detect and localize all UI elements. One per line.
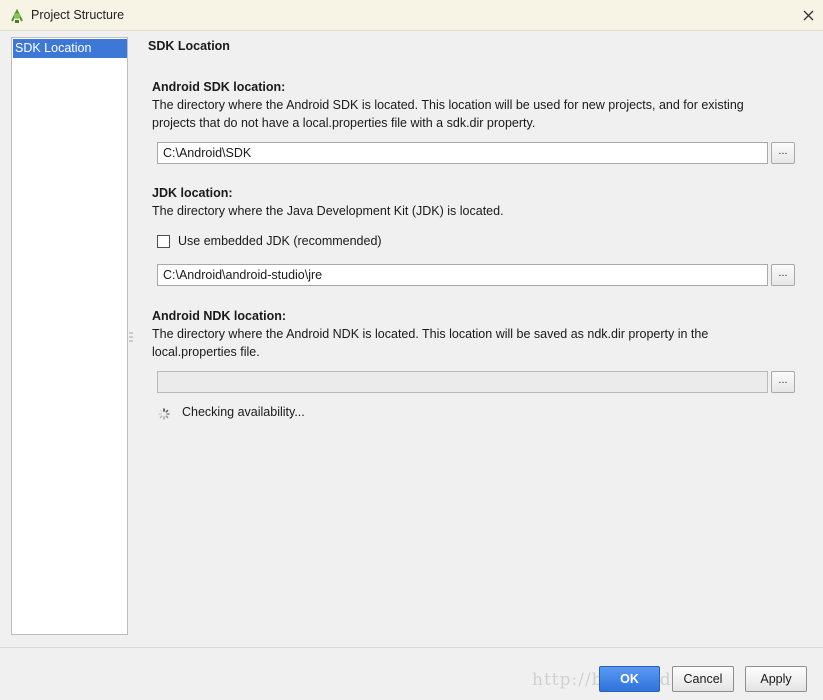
ndk-status-text: Checking availability...	[182, 405, 305, 419]
android-ndk-path-input[interactable]	[157, 371, 768, 393]
embedded-jdk-checkbox[interactable]	[157, 234, 170, 248]
android-sdk-description-line2: projects that do not have a local.proper…	[152, 116, 536, 130]
section-title: SDK Location	[148, 39, 230, 53]
ok-button[interactable]: OK	[599, 666, 660, 692]
close-icon	[803, 10, 813, 21]
android-sdk-path-input[interactable]	[157, 142, 768, 164]
jdk-description: The directory where the Java Development…	[152, 204, 504, 218]
apply-button[interactable]: Apply	[745, 666, 807, 692]
sidebar-item-label: SDK Location	[15, 41, 92, 55]
android-ndk-label: Android NDK location:	[152, 309, 287, 323]
splitter-grip-icon[interactable]	[129, 330, 133, 346]
jdk-label: JDK location:	[152, 186, 233, 200]
embedded-jdk-row[interactable]: Use embedded JDK (recommended)	[157, 233, 382, 249]
sidebar-item-sdk-location[interactable]: SDK Location	[13, 39, 127, 58]
window-title: Project Structure	[31, 8, 125, 22]
android-ndk-description-line2: local.properties file.	[152, 345, 260, 359]
android-sdk-description-line1: The directory where the Android SDK is l…	[152, 98, 744, 112]
footer-divider	[0, 647, 823, 648]
android-ndk-browse-button[interactable]: ...	[771, 371, 795, 393]
loading-spinner-icon	[158, 408, 170, 420]
title-bar: Project Structure	[0, 0, 823, 31]
embedded-jdk-label: Use embedded JDK (recommended)	[178, 234, 382, 248]
android-ndk-description-line1: The directory where the Android NDK is l…	[152, 327, 709, 341]
cancel-button[interactable]: Cancel	[672, 666, 734, 692]
android-sdk-label: Android SDK location:	[152, 80, 286, 94]
android-icon	[11, 8, 23, 23]
sidebar: SDK Location	[11, 37, 128, 635]
jdk-browse-button[interactable]: ...	[771, 264, 795, 286]
android-sdk-browse-button[interactable]: ...	[771, 142, 795, 164]
jdk-path-input[interactable]	[157, 264, 768, 286]
close-button[interactable]	[793, 0, 823, 31]
